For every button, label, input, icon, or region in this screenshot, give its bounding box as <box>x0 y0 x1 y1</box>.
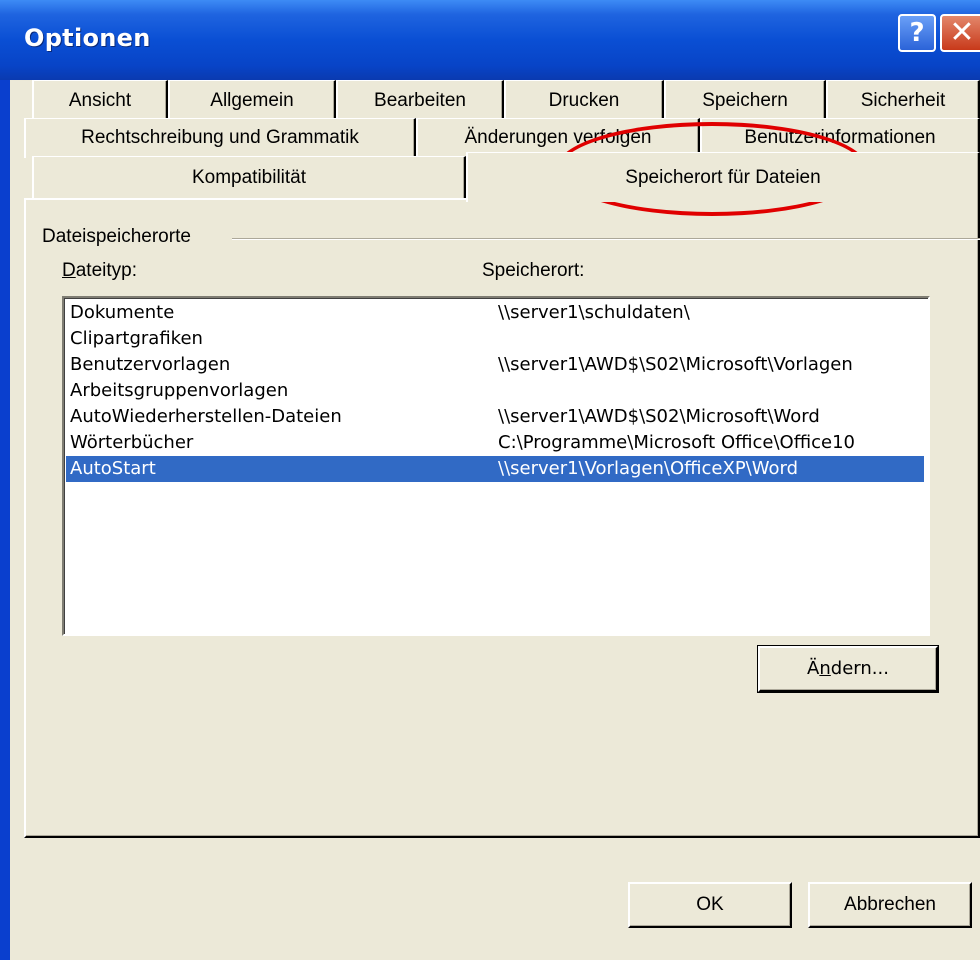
tab-label: Allgemein <box>210 90 294 111</box>
tab-allgemein[interactable]: Allgemein <box>168 80 336 120</box>
change-label-rest: dern... <box>830 658 889 679</box>
file-location: C:\Programme\Microsoft Office\Office10 <box>498 432 856 453</box>
tab-rechtschreibung[interactable]: Rechtschreibung und Grammatik <box>24 118 416 158</box>
tab-label: Kompatibilität <box>191 167 307 188</box>
tab-label: Bearbeiten <box>374 90 466 111</box>
tab-speicherort-fuer-dateien[interactable]: Speicherort für Dateien <box>466 152 980 202</box>
file-location: \\server1\schuldaten\ <box>498 302 690 323</box>
ok-button[interactable]: OK <box>628 882 792 928</box>
tab-label: Sicherheit <box>860 90 946 111</box>
change-label-prefix: Ä <box>807 658 820 679</box>
file-location: \\server1\Vorlagen\OfficeXP\Word <box>498 458 799 479</box>
close-button[interactable]: ✕ <box>940 14 980 52</box>
group-title: Dateispeicherorte <box>42 226 191 247</box>
file-type: AutoStart <box>70 458 156 479</box>
list-item[interactable]: Dokumente \\server1\schuldaten\ <box>66 300 924 326</box>
help-icon: ? <box>909 18 925 48</box>
file-type: AutoWiederherstellen-Dateien <box>70 406 342 427</box>
tab-label: Drucken <box>548 90 620 111</box>
column-header-location: Speicherort: <box>482 260 585 281</box>
file-type: Clipartgrafiken <box>70 328 203 349</box>
file-type: Wörterbücher <box>70 432 194 453</box>
close-icon: ✕ <box>949 15 975 50</box>
tab-label: Rechtschreibung und Grammatik <box>81 127 359 148</box>
list-item[interactable]: AutoWiederherstellen-Dateien \\server1\AW… <box>66 404 924 430</box>
file-location: \\server1\AWD$\S02\Microsoft\Vorlagen <box>498 354 853 375</box>
tab-sicherheit[interactable]: Sicherheit <box>826 80 980 120</box>
column-header-type-rest: ateityp: <box>75 260 137 281</box>
help-button[interactable]: ? <box>898 14 936 52</box>
tab-bearbeiten[interactable]: Bearbeiten <box>336 80 504 120</box>
tab-label: Ansicht <box>68 90 132 111</box>
list-item[interactable]: Benutzervorlagen \\server1\AWD$\S02\Micro… <box>66 352 924 378</box>
list-item[interactable]: Clipartgrafiken <box>66 326 924 352</box>
tab-label: Speichern <box>702 90 788 111</box>
file-type: Arbeitsgruppenvorlagen <box>70 380 289 401</box>
list-item[interactable]: Wörterbücher C:\Programme\Microsoft Offic… <box>66 430 924 456</box>
title-bar[interactable]: Optionen ? ✕ <box>0 0 980 80</box>
file-locations-list[interactable]: Dokumente \\server1\schuldaten\ Clipartgr… <box>62 296 930 636</box>
file-location: \\server1\AWD$\S02\Microsoft\Word <box>498 406 820 427</box>
tab-label: Speicherort für Dateien <box>625 167 821 188</box>
file-type: Dokumente <box>70 302 175 323</box>
tab-speichern[interactable]: Speichern <box>664 80 826 120</box>
tab-kompatibilitaet[interactable]: Kompatibilität <box>32 156 466 198</box>
change-button[interactable]: Ändern... <box>757 645 939 693</box>
cancel-button[interactable]: Abbrechen <box>808 882 972 928</box>
file-type: Benutzervorlagen <box>70 354 231 375</box>
group-divider <box>232 238 980 240</box>
list-item[interactable]: Arbeitsgruppenvorlagen <box>66 378 924 404</box>
tab-ansicht[interactable]: Ansicht <box>32 80 168 120</box>
accelerator: D <box>62 260 76 281</box>
accelerator: n <box>819 658 831 679</box>
tab-drucken[interactable]: Drucken <box>504 80 664 120</box>
window-title: Optionen <box>24 24 151 52</box>
list-item-selected[interactable]: AutoStart \\server1\Vorlagen\OfficeXP\Wor… <box>66 456 924 482</box>
column-header-type: Dateityp: <box>62 260 137 282</box>
